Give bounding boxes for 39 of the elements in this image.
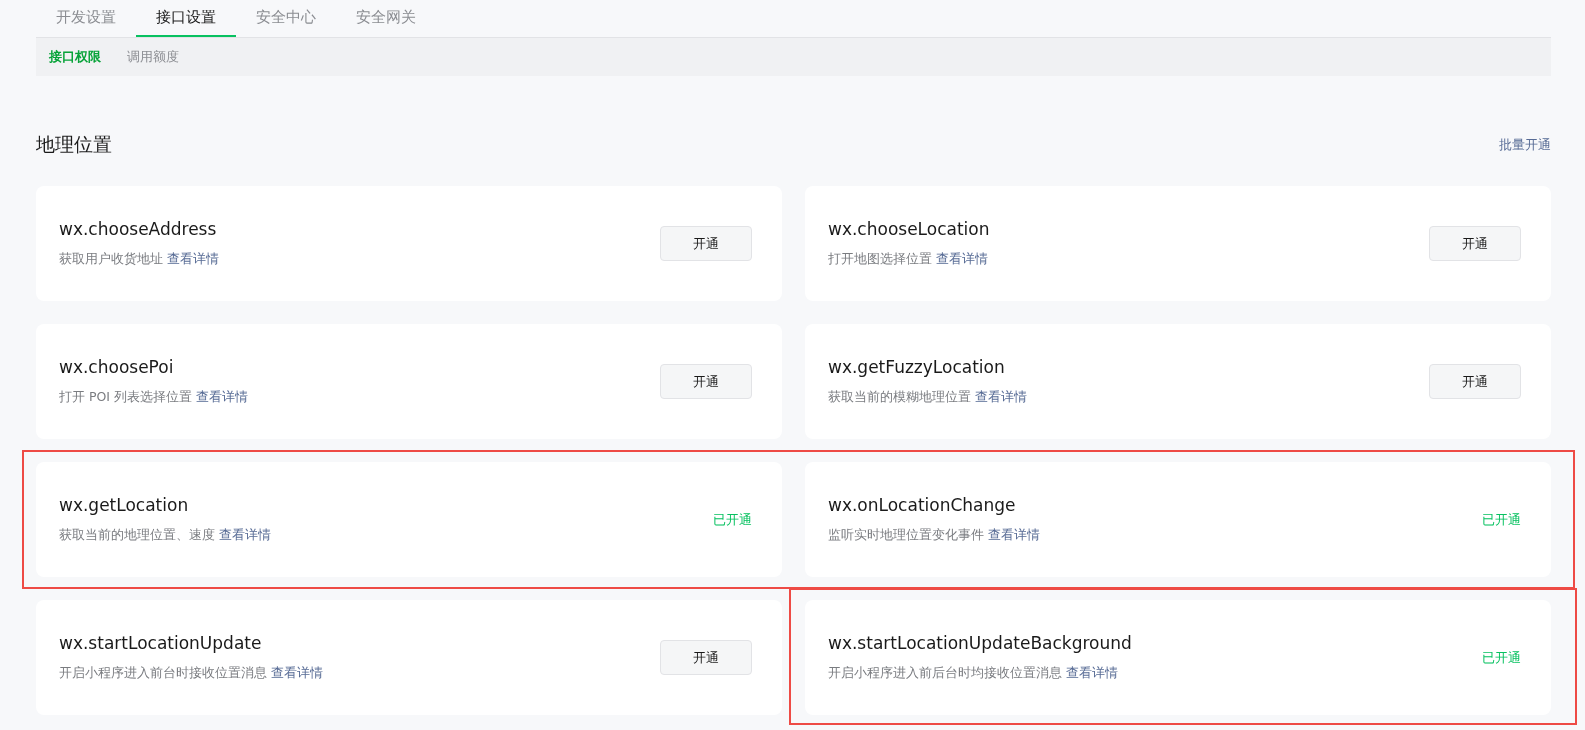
tab[interactable]: 开发设置 <box>36 0 136 37</box>
api-name: wx.startLocationUpdateBackground <box>828 633 1132 653</box>
api-description: 监听实时地理位置变化事件 查看详情 <box>828 527 1040 544</box>
api-name: wx.chooseLocation <box>828 219 990 239</box>
details-link[interactable]: 查看详情 <box>988 527 1040 542</box>
api-description: 开启小程序进入前台时接收位置消息 查看详情 <box>59 665 323 682</box>
enabled-status: 已开通 <box>1482 648 1521 667</box>
details-link[interactable]: 查看详情 <box>219 527 271 542</box>
api-name: wx.chooseAddress <box>59 219 218 239</box>
api-name: wx.choosePoi <box>59 357 175 377</box>
details-link[interactable]: 查看详情 <box>196 389 248 404</box>
details-link[interactable]: 查看详情 <box>167 251 219 266</box>
details-link[interactable]: 查看详情 <box>1066 665 1118 680</box>
enable-button[interactable]: 开通 <box>1429 364 1521 399</box>
api-name: wx.getFuzzyLocation <box>828 357 1006 377</box>
details-link[interactable]: 查看详情 <box>936 251 988 266</box>
enable-button[interactable]: 开通 <box>1429 226 1521 261</box>
api-name: wx.startLocationUpdate <box>59 633 263 653</box>
api-name: wx.getLocation <box>59 495 190 515</box>
enabled-status: 已开通 <box>1482 510 1521 529</box>
api-description: 打开 POI 列表选择位置 查看详情 <box>59 389 248 406</box>
enable-button[interactable]: 开通 <box>660 640 752 675</box>
enable-button[interactable]: 开通 <box>660 364 752 399</box>
api-description: 打开地图选择位置 查看详情 <box>828 251 989 268</box>
details-link[interactable]: 查看详情 <box>975 389 1027 404</box>
tab[interactable]: 安全中心 <box>236 0 336 37</box>
api-description: 获取用户收货地址 查看详情 <box>59 251 219 268</box>
subtab[interactable]: 接口权限 <box>49 48 101 66</box>
api-description: 开启小程序进入前后台时均接收位置消息 查看详情 <box>828 665 1119 682</box>
api-name: wx.onLocationChange <box>828 495 1017 515</box>
subtab[interactable]: 调用额度 <box>127 48 179 66</box>
section-title: 地理位置 <box>36 132 112 157</box>
api-description: 获取当前的模糊地理位置 查看详情 <box>828 389 1027 406</box>
details-link[interactable]: 查看详情 <box>271 665 323 680</box>
enabled-status: 已开通 <box>713 510 752 529</box>
tab[interactable]: 安全网关 <box>336 0 436 37</box>
batch-enable-link[interactable]: 批量开通 <box>1499 136 1551 154</box>
enable-button[interactable]: 开通 <box>660 226 752 261</box>
api-description: 获取当前的地理位置、速度 查看详情 <box>59 527 271 544</box>
